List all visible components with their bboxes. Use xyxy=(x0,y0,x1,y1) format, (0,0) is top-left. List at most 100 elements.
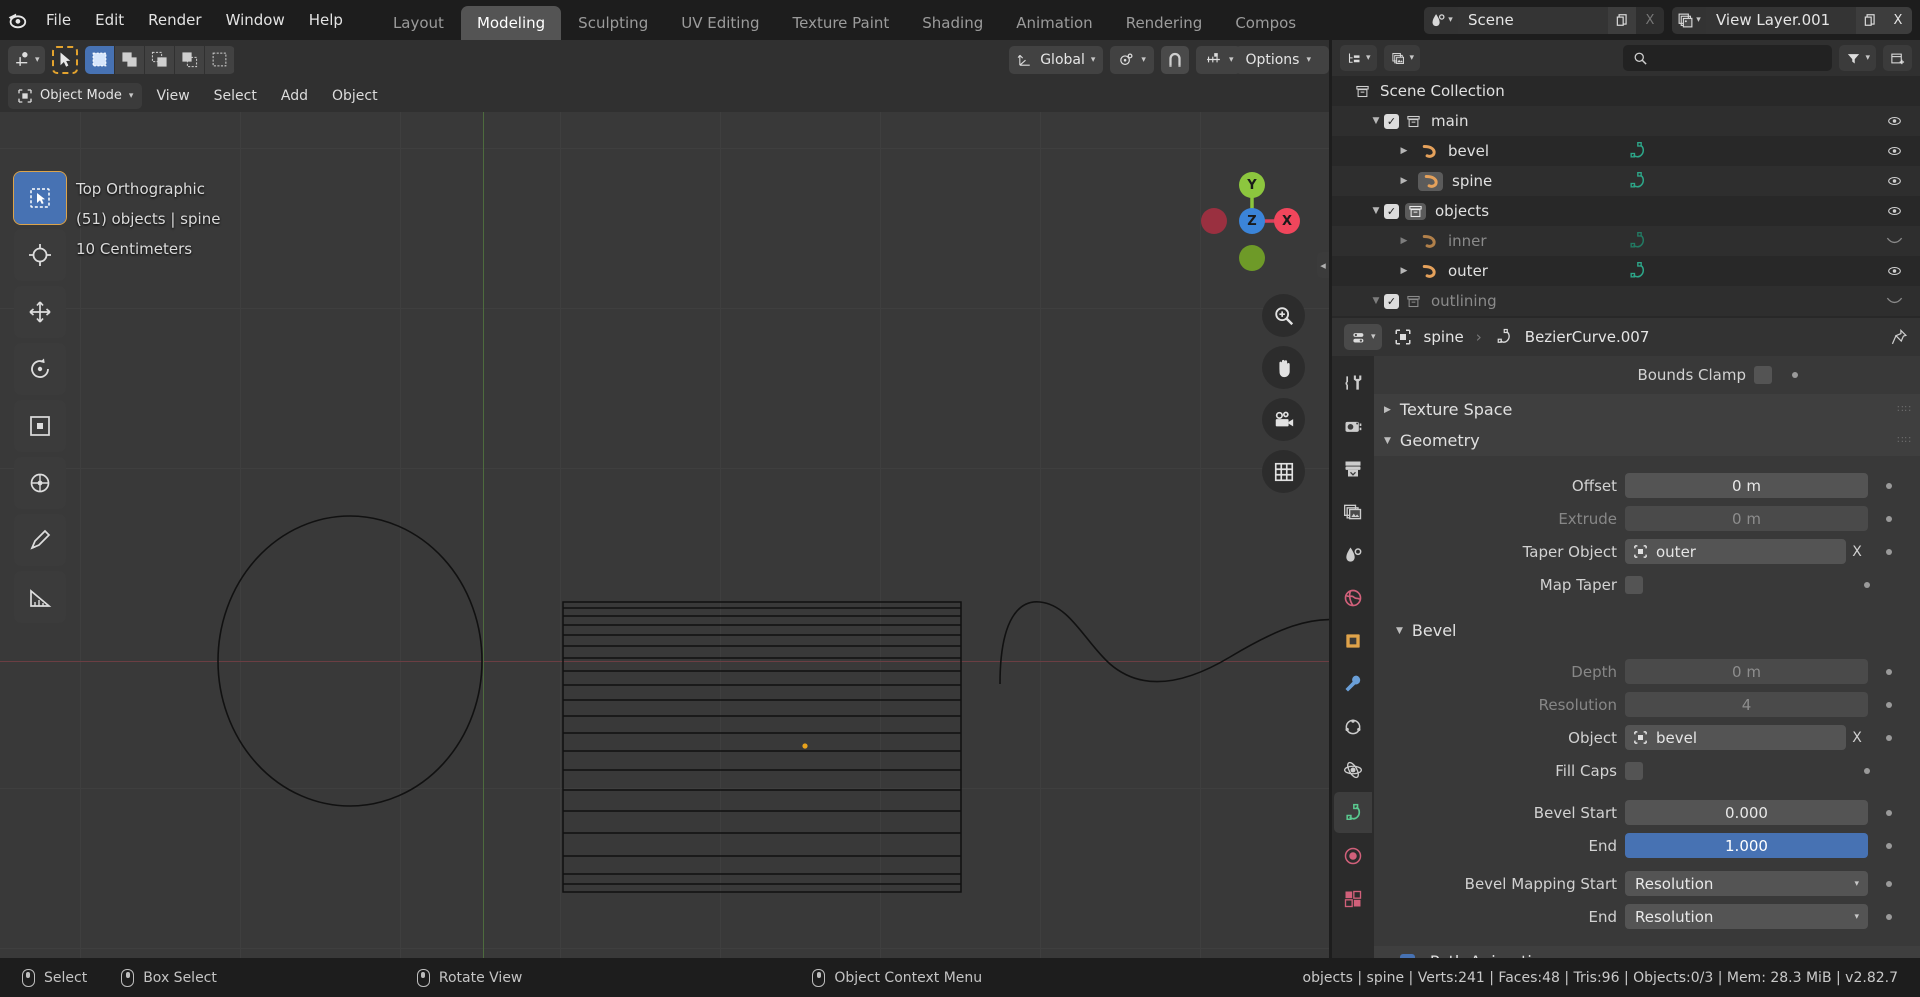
chevron-down-icon[interactable]: ▼ xyxy=(1368,296,1384,306)
tab-layout[interactable]: Layout xyxy=(377,6,460,40)
outliner-row-inner[interactable]: ▶ inner xyxy=(1332,226,1920,256)
animate-dot[interactable] xyxy=(1886,515,1892,522)
extrude-field[interactable]: 0 m xyxy=(1625,506,1868,531)
viewlayer-datablock[interactable]: ▾ View Layer.001 X xyxy=(1672,6,1912,34)
visibility-eye-icon[interactable] xyxy=(1885,144,1904,158)
visibility-eye-icon[interactable] xyxy=(1885,114,1904,128)
zoom-icon[interactable] xyxy=(1262,294,1305,337)
tab-world-icon[interactable] xyxy=(1334,577,1372,618)
pivot-point-dropdown[interactable]: ▾ xyxy=(1110,45,1154,74)
tab-compositing[interactable]: Compos xyxy=(1219,6,1312,40)
scene-new-button[interactable] xyxy=(1608,6,1636,34)
outliner-row-main[interactable]: ▼ ✓ main xyxy=(1332,106,1920,136)
animate-dot[interactable] xyxy=(1886,701,1892,708)
select-difference-button[interactable] xyxy=(174,45,205,74)
bevel-object-field[interactable]: bevel xyxy=(1625,725,1846,750)
scene-name[interactable]: Scene xyxy=(1458,6,1608,34)
properties-editor-type-dropdown[interactable]: ▾ xyxy=(1344,324,1382,350)
chevron-right-icon[interactable]: ▶ xyxy=(1396,176,1412,186)
viewport-options-dropdown[interactable]: Options ▾ xyxy=(1235,46,1321,74)
chevron-down-icon[interactable]: ▼ xyxy=(1368,206,1384,216)
outliner-row-spine[interactable]: ▶ spine xyxy=(1332,166,1920,196)
tweak-select-tool[interactable] xyxy=(13,171,67,225)
tab-modifier-icon[interactable] xyxy=(1334,663,1372,704)
tab-scene-icon[interactable] xyxy=(1334,534,1372,575)
magnet-icon[interactable] xyxy=(1160,45,1189,74)
bevel-object-clear-button[interactable]: X xyxy=(1846,730,1868,746)
map-taper-checkbox[interactable] xyxy=(1625,575,1643,594)
viewport-menu-view[interactable]: View xyxy=(146,85,199,107)
scene-icon[interactable]: ▾ xyxy=(1424,6,1458,34)
pan-hand-icon[interactable] xyxy=(1262,346,1305,389)
viewlayer-new-button[interactable] xyxy=(1856,6,1884,34)
outliner-row-outlining[interactable]: ▼ ✓ outlining xyxy=(1332,286,1920,316)
select-extend-button[interactable] xyxy=(114,45,145,74)
menu-file[interactable]: File xyxy=(34,7,83,33)
viewlayer-close-button[interactable]: X xyxy=(1884,6,1912,34)
cursor-tool[interactable] xyxy=(14,229,66,281)
gizmo-axis-z[interactable]: Z xyxy=(1239,208,1265,234)
select-subtract-button[interactable] xyxy=(144,45,175,74)
viewport-menu-object[interactable]: Object xyxy=(322,85,388,107)
tab-modeling[interactable]: Modeling xyxy=(460,6,562,40)
transform-tool[interactable] xyxy=(14,457,66,509)
scene-datablock[interactable]: ▾ Scene X xyxy=(1424,6,1664,34)
measure-tool[interactable] xyxy=(14,571,66,623)
outliner-display-mode-dropdown[interactable]: ▾ xyxy=(1383,45,1421,71)
animate-dot[interactable] xyxy=(1886,482,1892,489)
bevel-end-field[interactable]: 1.000 xyxy=(1625,833,1868,858)
animate-dot[interactable] xyxy=(1886,668,1892,675)
menu-edit[interactable]: Edit xyxy=(83,7,136,33)
annotate-tool[interactable] xyxy=(14,514,66,566)
outliner-editor-type-dropdown[interactable]: ▾ xyxy=(1340,45,1377,71)
outliner-filter-icon[interactable]: ▾ xyxy=(1839,45,1876,71)
animate-dot[interactable] xyxy=(1886,548,1892,555)
viewport-sidebar-toggle[interactable]: ◂ xyxy=(1317,252,1329,278)
tab-rendering[interactable]: Rendering xyxy=(1110,6,1219,40)
visibility-eye-closed-icon[interactable] xyxy=(1885,296,1904,306)
bevel-depth-field[interactable]: 0 m xyxy=(1625,659,1868,684)
scale-tool[interactable] xyxy=(14,400,66,452)
curve-data-icon[interactable] xyxy=(1626,171,1648,191)
collection-checkbox[interactable]: ✓ xyxy=(1384,113,1399,129)
select-set-button[interactable] xyxy=(84,45,115,74)
taper-object-clear-button[interactable]: X xyxy=(1846,544,1868,560)
panel-path-animation[interactable]: ▶ ✓ Path Animation ∷∷ xyxy=(1374,946,1920,958)
animate-dot[interactable] xyxy=(1886,734,1892,741)
tab-uv-editing[interactable]: UV Editing xyxy=(665,6,775,40)
offset-field[interactable]: 0 m xyxy=(1625,473,1868,498)
collection-checkbox[interactable]: ✓ xyxy=(1384,293,1399,309)
gizmo-axis-neg-x[interactable] xyxy=(1201,208,1227,234)
move-tool[interactable] xyxy=(14,286,66,338)
curve-data-icon[interactable] xyxy=(1626,261,1648,281)
gizmo-axis-neg-y[interactable] xyxy=(1239,245,1265,271)
tab-particles-icon[interactable] xyxy=(1334,706,1372,747)
pin-icon[interactable] xyxy=(1891,328,1908,346)
tab-object-icon[interactable] xyxy=(1334,620,1372,661)
visibility-eye-icon[interactable] xyxy=(1885,204,1904,218)
animate-dot[interactable] xyxy=(1792,372,1798,378)
panel-bevel[interactable]: ▼ Bevel xyxy=(1374,615,1920,646)
navigation-gizmo[interactable]: Y X Z xyxy=(1197,166,1307,276)
bounds-clamp-checkbox[interactable] xyxy=(1754,366,1772,384)
curve-data-icon[interactable] xyxy=(1626,141,1648,161)
animate-dot[interactable] xyxy=(1864,767,1870,774)
transform-orientation-dropdown[interactable]: Global ▾ xyxy=(1009,45,1104,74)
tab-output-icon[interactable] xyxy=(1334,448,1372,489)
viewport-menu-add[interactable]: Add xyxy=(271,85,318,107)
tab-render-icon[interactable] xyxy=(1334,405,1372,446)
tab-texture-paint[interactable]: Texture Paint xyxy=(776,6,905,40)
menu-render[interactable]: Render xyxy=(136,7,213,33)
breadcrumb-data-name[interactable]: BezierCurve.007 xyxy=(1525,328,1650,346)
blender-logo-icon[interactable] xyxy=(0,0,34,40)
animate-dot[interactable] xyxy=(1886,880,1892,887)
visibility-eye-closed-icon[interactable] xyxy=(1885,236,1904,246)
tab-shading[interactable]: Shading xyxy=(906,6,999,40)
tab-object-data-icon[interactable] xyxy=(1334,792,1372,833)
outliner-row-objects[interactable]: ▼ ✓ objects xyxy=(1332,196,1920,226)
chevron-right-icon[interactable]: ▶ xyxy=(1396,236,1412,246)
tab-sculpting[interactable]: Sculpting xyxy=(562,6,664,40)
bevel-start-field[interactable]: 0.000 xyxy=(1625,800,1868,825)
tab-view-layer-icon[interactable] xyxy=(1334,491,1372,532)
breadcrumb-object-name[interactable]: spine xyxy=(1424,328,1464,346)
